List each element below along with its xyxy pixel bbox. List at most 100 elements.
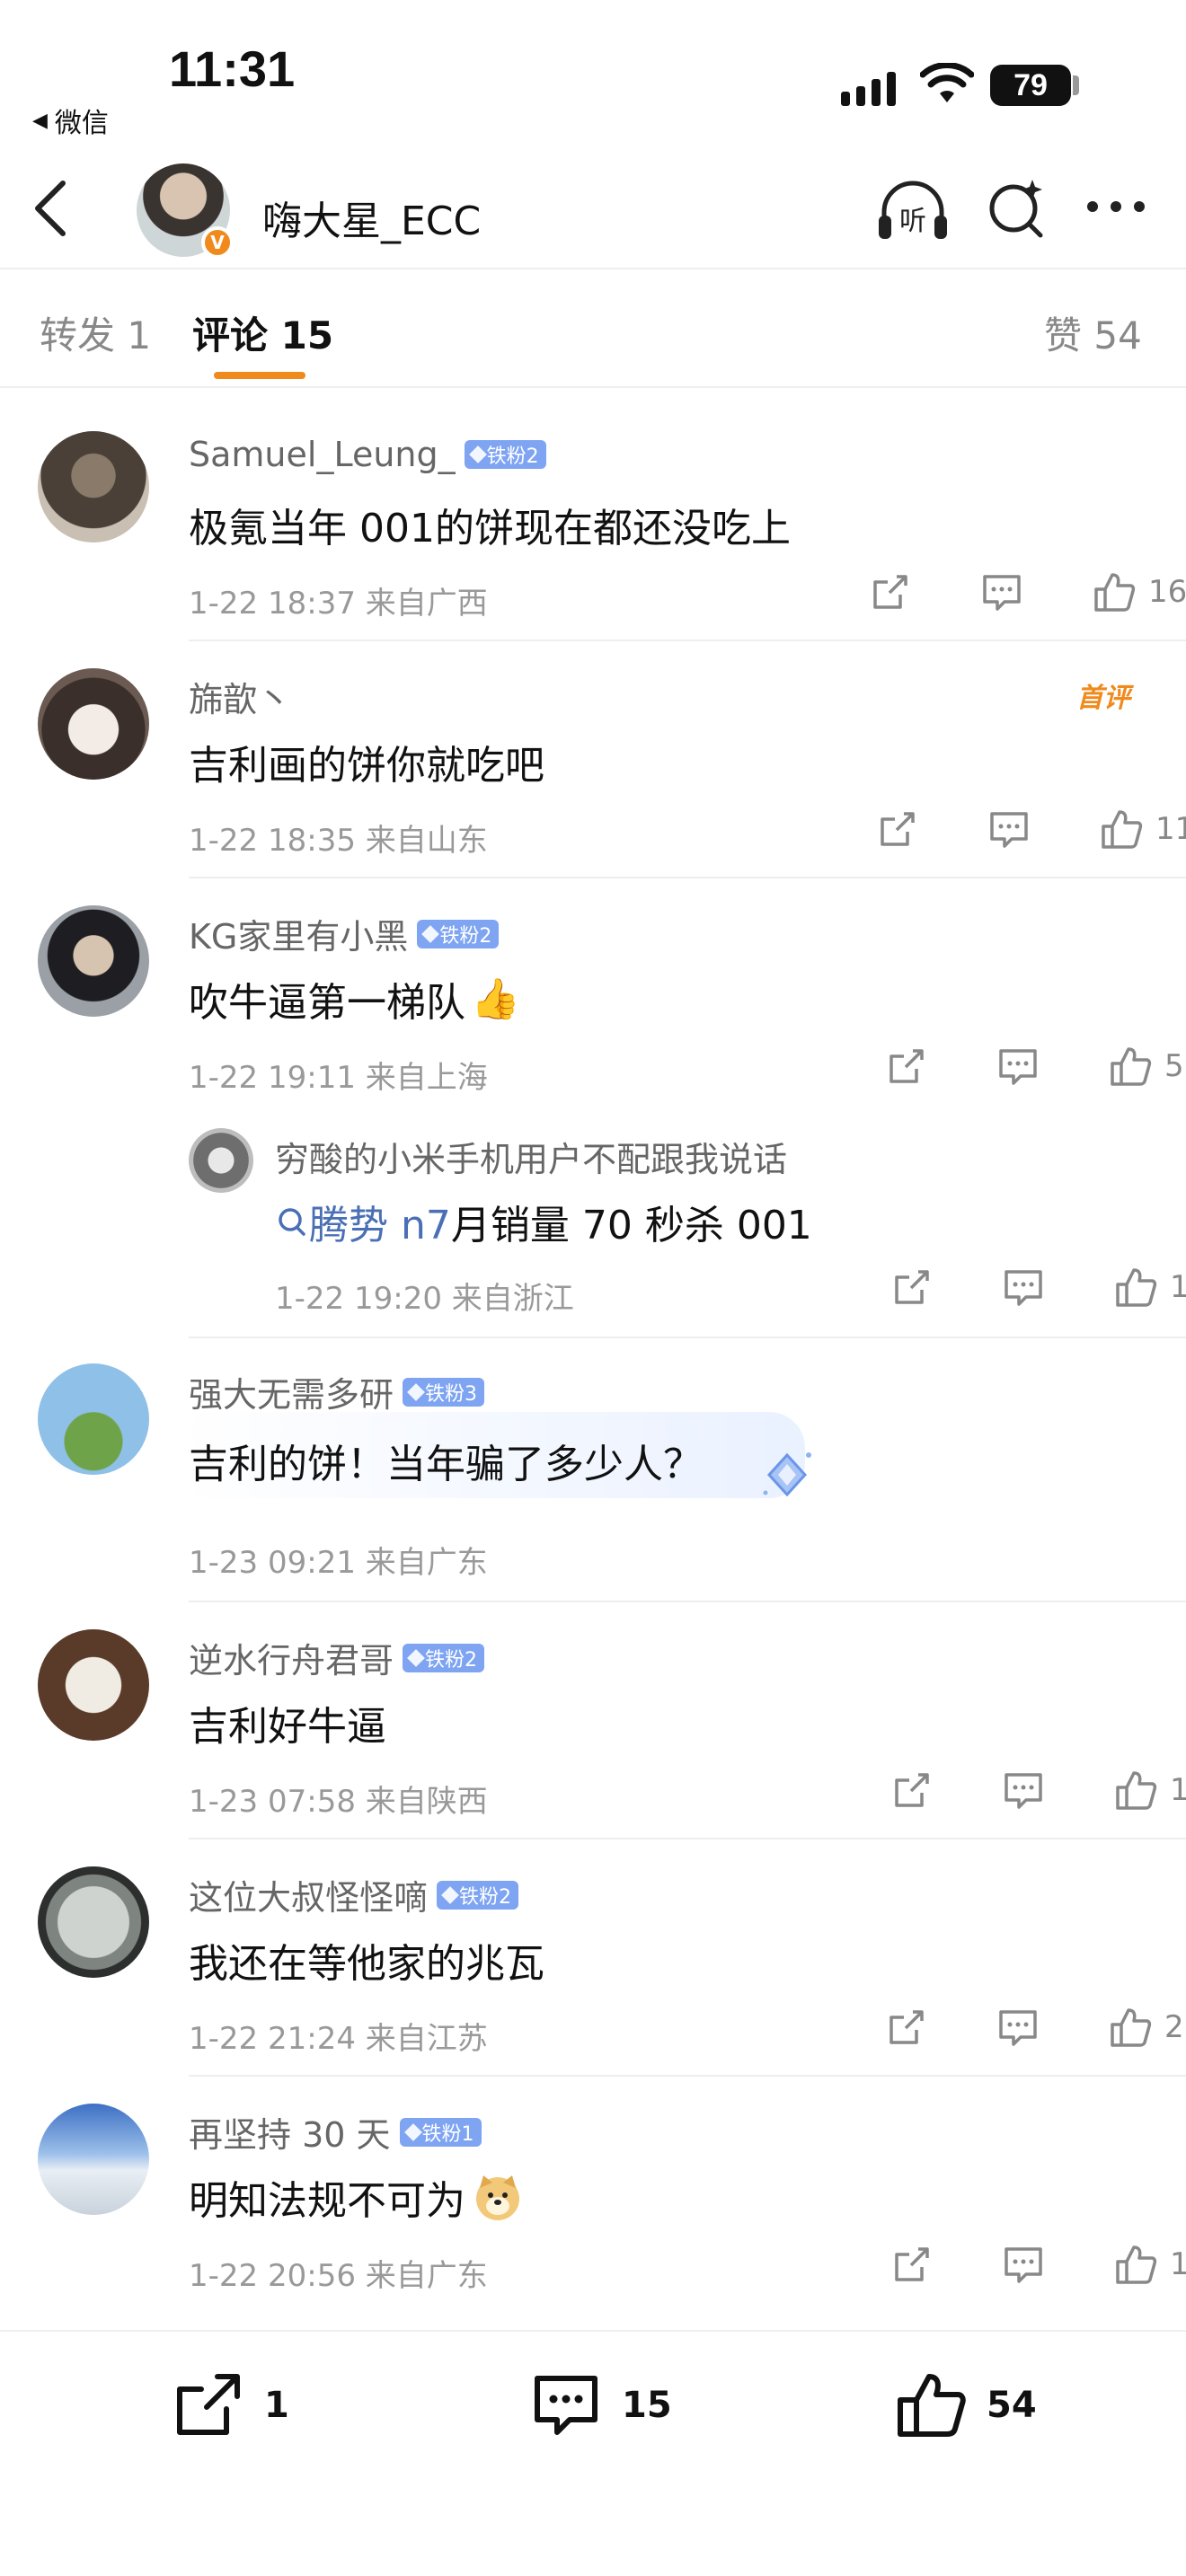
- cellular-signal-icon: [841, 72, 896, 106]
- reply-icon[interactable]: [988, 808, 1030, 850]
- reply-text-row: 腾势 n7 月销量 70 秒杀 001: [275, 1193, 812, 1250]
- svg-text:听: 听: [899, 206, 926, 237]
- comment-avatar[interactable]: [38, 1363, 149, 1475]
- comment-text: 吹牛逼第一梯队: [189, 980, 465, 1026]
- reply-username[interactable]: 穷酸的小米手机用户不配跟我说话: [275, 1132, 787, 1181]
- comment-username[interactable]: 再坚持 30 天 铁粉1: [189, 2107, 482, 2157]
- like-count: 1: [1170, 1269, 1186, 1305]
- share-icon[interactable]: [877, 808, 918, 850]
- like-count: 5: [1164, 1048, 1184, 1084]
- wifi-icon: [920, 63, 974, 102]
- comment-avatar[interactable]: [38, 1629, 149, 1741]
- comment-username[interactable]: 旆歆丶: [189, 672, 291, 721]
- author-name[interactable]: 嗨大星_ECC: [262, 189, 481, 246]
- share-icon[interactable]: [886, 1045, 927, 1087]
- reply-avatar[interactable]: [189, 1128, 253, 1193]
- diamond-icon: [468, 446, 487, 463]
- comment-text: 吉利好牛逼: [189, 1704, 386, 1750]
- username-text: 逆水行舟君哥: [189, 1641, 394, 1681]
- reply-text: 月销量 70 秒杀 001: [450, 1203, 812, 1248]
- search-topic-icon: [279, 1208, 305, 1236]
- comment-button[interactable]: 15: [530, 2371, 672, 2439]
- like-icon[interactable]: [1093, 571, 1136, 613]
- back-triangle-icon: ◀: [32, 109, 48, 132]
- username-text: 再坚持 30 天: [189, 2115, 391, 2155]
- reply-icon[interactable]: [981, 571, 1022, 613]
- back-app-label: 微信: [54, 108, 109, 139]
- comment-meta: 1-23 09:21 来自广东: [189, 1545, 488, 1581]
- comment-username[interactable]: 这位大叔怪怪嘀 铁粉2: [189, 1870, 519, 1919]
- comment-avatar[interactable]: [38, 431, 149, 543]
- comment-actions: 1: [891, 2244, 1186, 2285]
- share-icon[interactable]: [891, 2244, 933, 2285]
- reply-icon[interactable]: [997, 1045, 1039, 1087]
- tab-repost[interactable]: 转发 1: [40, 305, 151, 360]
- fan-badge: 铁粉2: [464, 440, 546, 469]
- comment-separator: [189, 1337, 1186, 1338]
- like-icon[interactable]: [1109, 2007, 1152, 2048]
- like-count: 1: [1170, 2246, 1186, 2282]
- share-icon[interactable]: [891, 1266, 933, 1308]
- like-icon[interactable]: [1114, 2244, 1157, 2285]
- comment-text: 吉利的饼！当年骗了多少人？: [189, 1442, 703, 1487]
- comment-actions: 16: [870, 571, 1186, 613]
- thumbs-up-emoji-icon: 👍: [471, 976, 520, 1022]
- comment-avatar[interactable]: [38, 1866, 149, 1978]
- reply-meta: 1-22 19:20 来自浙江: [275, 1281, 574, 1317]
- back-to-app-link[interactable]: ◀ 微信: [32, 101, 109, 140]
- reply-icon[interactable]: [997, 2007, 1039, 2048]
- comment-username[interactable]: Samuel_Leung_ 铁粉2: [189, 435, 546, 474]
- battery-icon: 79: [990, 65, 1071, 106]
- comment-avatar[interactable]: [38, 668, 149, 780]
- like-icon[interactable]: [1100, 808, 1143, 850]
- more-icon[interactable]: [1084, 198, 1148, 216]
- share-icon[interactable]: [870, 571, 911, 613]
- share-icon[interactable]: [891, 1769, 933, 1811]
- comment-username[interactable]: 强大无需多研 铁粉3: [189, 1367, 485, 1416]
- reply-icon[interactable]: [1003, 1266, 1044, 1308]
- like-icon[interactable]: [1114, 1769, 1157, 1811]
- comment-text: 明知法规不可为: [189, 2178, 465, 2224]
- reply-actions: 1: [891, 1266, 1186, 1308]
- like-count: 1: [1170, 1772, 1186, 1808]
- verified-badge: V: [201, 226, 234, 259]
- comment-avatar[interactable]: [38, 2104, 149, 2215]
- tabs-divider: [0, 386, 1186, 388]
- tab-comments[interactable]: 评论 15: [192, 305, 333, 360]
- diamond-icon: [421, 924, 440, 943]
- like-count: 16: [1148, 574, 1186, 610]
- diamond-bubble-icon: [763, 1452, 811, 1497]
- like-icon[interactable]: [1109, 1045, 1152, 1087]
- like-count: 11: [1155, 811, 1186, 847]
- comment-text-row: 吹牛逼第一梯队 👍: [189, 970, 520, 1028]
- comment-actions: 5: [886, 1045, 1184, 1087]
- like-icon: [898, 2374, 966, 2437]
- back-arrow-icon[interactable]: [31, 180, 70, 237]
- repost-icon: [177, 2374, 240, 2435]
- comment-actions: 2: [886, 2007, 1184, 2048]
- author-avatar[interactable]: V: [137, 163, 234, 259]
- like-icon[interactable]: [1114, 1266, 1157, 1308]
- comment-separator: [189, 1838, 1186, 1839]
- search-icon[interactable]: [985, 176, 1048, 243]
- repost-button[interactable]: 1: [173, 2371, 289, 2439]
- diamond-icon: [407, 1382, 425, 1401]
- tab-likes[interactable]: 赞 54: [1044, 305, 1142, 360]
- comment-meta: 1-22 18:37 来自广西: [189, 586, 488, 622]
- diamond-icon: [407, 1648, 425, 1667]
- fan-badge: 铁粉3: [403, 1377, 485, 1407]
- reply-icon[interactable]: [1003, 2244, 1044, 2285]
- comment-text: 吉利画的饼你就吃吧: [189, 743, 544, 789]
- reply-icon[interactable]: [1003, 1769, 1044, 1811]
- fan-badge: 铁粉2: [437, 1880, 519, 1910]
- doge-emoji-icon: [476, 2175, 519, 2220]
- listen-icon[interactable]: 听: [875, 176, 951, 244]
- first-comment-badge: 首评: [1076, 683, 1130, 714]
- comment-username[interactable]: 逆水行舟君哥 铁粉2: [189, 1633, 485, 1682]
- comment-username[interactable]: KG家里有小黑 铁粉2: [189, 909, 500, 958]
- comment-avatar[interactable]: [38, 905, 149, 1017]
- topic-link[interactable]: 腾势 n7: [309, 1193, 451, 1250]
- comment-separator: [189, 640, 1186, 641]
- share-icon[interactable]: [886, 2007, 927, 2048]
- like-button[interactable]: 54: [895, 2371, 1037, 2439]
